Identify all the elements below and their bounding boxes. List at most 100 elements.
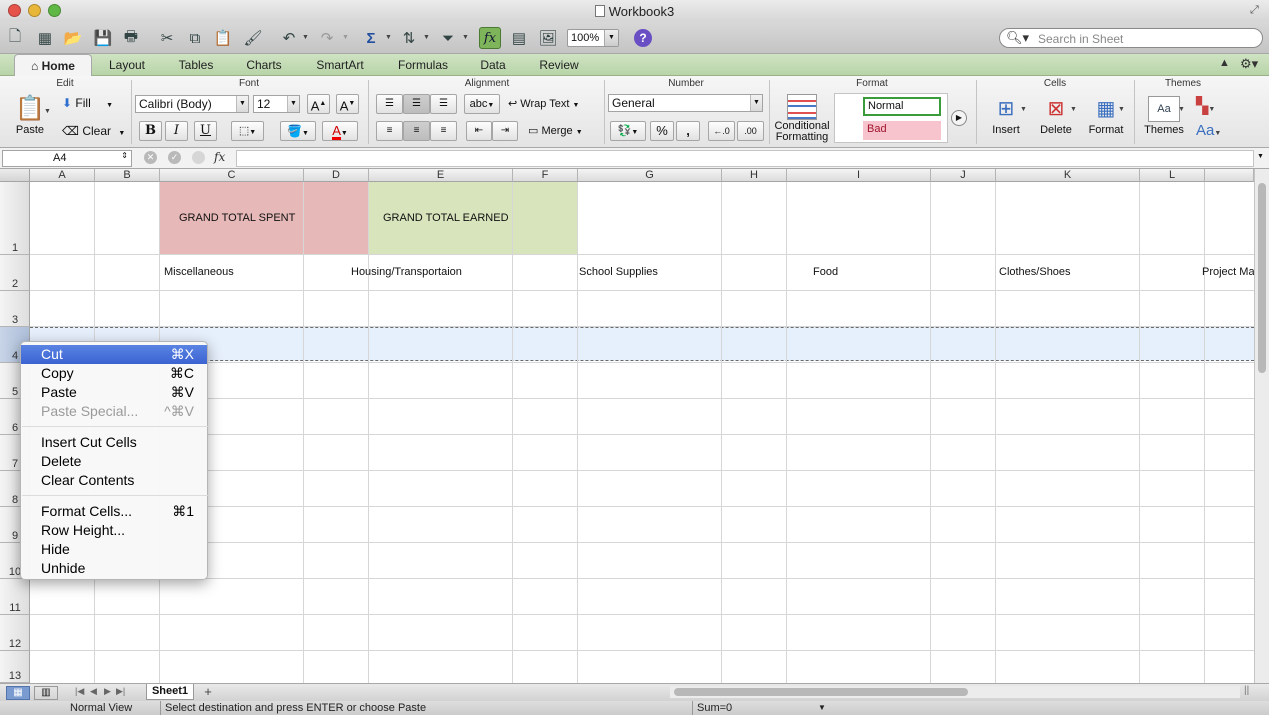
chevron-down-icon[interactable]: ▼ xyxy=(236,96,248,112)
font-size-select[interactable]: 12 ▼ xyxy=(253,95,300,113)
theme-colors-icon[interactable]: ▚▼ xyxy=(1196,96,1215,116)
sort-dropdown-icon[interactable]: ▼ xyxy=(423,34,430,41)
sheet-nav-next-icon[interactable]: ▶ xyxy=(104,686,111,697)
delete-cells-button[interactable]: ⊠ Delete xyxy=(1034,94,1078,136)
sheet-nav-first-icon[interactable]: |◀ xyxy=(75,686,84,697)
fill-button[interactable]: ⬇ Fill ▼ xyxy=(62,96,113,110)
paste-icon[interactable]: 📋 xyxy=(212,27,234,49)
help-icon[interactable]: ? xyxy=(632,27,654,49)
theme-fonts-icon[interactable]: Aa▼ xyxy=(1196,122,1221,139)
page-layout-view-button[interactable]: ▥ xyxy=(34,686,58,700)
align-bottom-button[interactable]: ☰ xyxy=(430,94,457,114)
redo-icon[interactable]: ↷ xyxy=(316,27,338,49)
column-header-d[interactable]: D xyxy=(304,169,369,182)
comma-button[interactable]: , xyxy=(676,121,700,141)
align-right-button[interactable]: ≡ xyxy=(430,121,457,141)
menu-item-insert-cut-cells[interactable]: Insert Cut Cells xyxy=(21,433,207,452)
themes-dropdown-icon[interactable]: ▼ xyxy=(1178,106,1185,113)
media-browser-icon[interactable]: 🖼 xyxy=(537,27,559,49)
merge-button[interactable]: ▭ Merge ▼ xyxy=(528,124,583,137)
print-icon[interactable]: 🖶 xyxy=(120,27,142,49)
italic-button[interactable]: I xyxy=(165,121,188,141)
row-header-2[interactable]: 2 xyxy=(0,255,30,291)
grow-font-button[interactable]: A▲ xyxy=(307,94,330,114)
zoom-dropdown-icon[interactable]: ▼ xyxy=(604,30,618,46)
zoom-select[interactable]: 100% ▼ xyxy=(567,29,619,47)
format-dropdown-icon[interactable]: ▼ xyxy=(1118,106,1125,113)
column-header-a[interactable]: A xyxy=(30,169,95,182)
toolbox-icon[interactable]: ▤ xyxy=(508,27,530,49)
borders-button[interactable]: ⬚▼ xyxy=(231,121,264,141)
chevron-down-icon[interactable]: ▼ xyxy=(750,95,762,111)
save-icon[interactable]: 💾 xyxy=(92,27,114,49)
tab-review[interactable]: Review xyxy=(526,54,592,76)
search-icon[interactable]: 🔍︎▾ xyxy=(1006,30,1029,46)
horizontal-scroll-thumb[interactable] xyxy=(674,688,968,696)
sheet-tab-sheet1[interactable]: Sheet1 xyxy=(146,684,194,700)
cancel-entry-icon[interactable]: ✕ xyxy=(144,151,157,164)
paste-button[interactable]: 📋 Paste xyxy=(8,94,52,144)
accept-entry-icon[interactable]: ✓ xyxy=(168,151,181,164)
row-header-12[interactable]: 12 xyxy=(0,615,30,651)
underline-button[interactable]: U xyxy=(194,121,217,141)
column-header-j[interactable]: J xyxy=(931,169,996,182)
align-left-button[interactable]: ≡ xyxy=(376,121,403,141)
currency-button[interactable]: 💱▼ xyxy=(610,121,646,141)
tab-layout[interactable]: Layout xyxy=(96,54,158,76)
autosum-icon[interactable]: Σ xyxy=(360,27,382,49)
style-normal[interactable]: Normal xyxy=(863,97,941,116)
sheet-nav-prev-icon[interactable]: ◀ xyxy=(90,686,97,697)
function-icon[interactable] xyxy=(192,151,205,164)
ribbon-settings-icon[interactable]: ⚙▾ xyxy=(1240,56,1258,72)
menu-item-delete[interactable]: Delete xyxy=(21,452,207,471)
cell-j2[interactable]: Clothes/Shoes xyxy=(999,266,1071,278)
row-header-3[interactable]: 3 xyxy=(0,291,30,327)
menu-item-paste[interactable]: Paste ⌘V xyxy=(21,383,207,402)
menu-item-row-height[interactable]: Row Height... xyxy=(21,521,207,540)
gallery-icon[interactable]: ▦ xyxy=(34,27,56,49)
column-header-l[interactable]: L xyxy=(1140,169,1205,182)
menu-item-hide[interactable]: Hide xyxy=(21,540,207,559)
undo-dropdown-icon[interactable]: ▼ xyxy=(302,34,309,41)
column-header-f[interactable]: F xyxy=(513,169,578,182)
stepper-icon[interactable]: ⇕ xyxy=(121,151,128,160)
status-sum[interactable]: Sum=0 xyxy=(697,702,831,714)
insert-dropdown-icon[interactable]: ▼ xyxy=(1020,106,1027,113)
column-header-c[interactable]: C xyxy=(160,169,304,182)
column-header-b[interactable]: B xyxy=(95,169,160,182)
vertical-scrollbar[interactable] xyxy=(1254,169,1269,683)
autosum-dropdown-icon[interactable]: ▼ xyxy=(385,34,392,41)
conditional-formatting-button[interactable]: Conditional Formatting xyxy=(772,94,832,143)
formula-input[interactable] xyxy=(236,150,1254,167)
column-header-i[interactable]: I xyxy=(787,169,931,182)
tab-charts[interactable]: Charts xyxy=(234,54,294,76)
wrap-text-button[interactable]: ↩ Wrap Text ▼ xyxy=(508,97,579,110)
column-header-m[interactable] xyxy=(1205,169,1254,182)
cell-d2[interactable]: Housing/Transportaion xyxy=(351,266,462,278)
cell-e1[interactable]: GRAND TOTAL EARNED xyxy=(383,212,509,224)
cut-icon[interactable]: ✂ xyxy=(156,27,178,49)
copy-icon[interactable]: ⧉ xyxy=(184,27,206,49)
cell-f2[interactable]: School Supplies xyxy=(579,266,658,278)
clear-button[interactable]: ⌫ Clear ▼ xyxy=(62,124,125,138)
fill-color-button[interactable]: 🪣▼ xyxy=(280,121,316,141)
undo-icon[interactable]: ↶ xyxy=(278,27,300,49)
cell-l2[interactable]: Project Ma xyxy=(1202,266,1254,278)
cell-b2[interactable]: Miscellaneous xyxy=(164,266,234,278)
themes-button[interactable]: Aa Themes xyxy=(1142,94,1186,136)
styles-next-icon[interactable]: ▶ xyxy=(951,110,967,126)
sum-dropdown-icon[interactable]: ▼ xyxy=(818,703,826,712)
column-header-h[interactable]: H xyxy=(722,169,787,182)
tab-home[interactable]: ⌂ Home xyxy=(14,54,92,76)
formula-builder-icon[interactable]: fx xyxy=(479,27,501,49)
percent-button[interactable]: % xyxy=(650,121,674,141)
orientation-button[interactable]: abc▼ xyxy=(464,94,500,114)
search-input[interactable]: 🔍︎▾ Search in Sheet xyxy=(999,28,1263,48)
row-header-13[interactable]: 13 xyxy=(0,651,30,683)
filter-dropdown-icon[interactable]: ▼ xyxy=(462,34,469,41)
cell-c1[interactable]: GRAND TOTAL SPENT xyxy=(179,212,295,224)
align-center-button[interactable]: ≡ xyxy=(403,121,430,141)
menu-item-unhide[interactable]: Unhide xyxy=(21,559,207,578)
redo-dropdown-icon[interactable]: ▼ xyxy=(342,34,349,41)
increase-decimal-button[interactable]: ←.0 xyxy=(708,121,735,141)
